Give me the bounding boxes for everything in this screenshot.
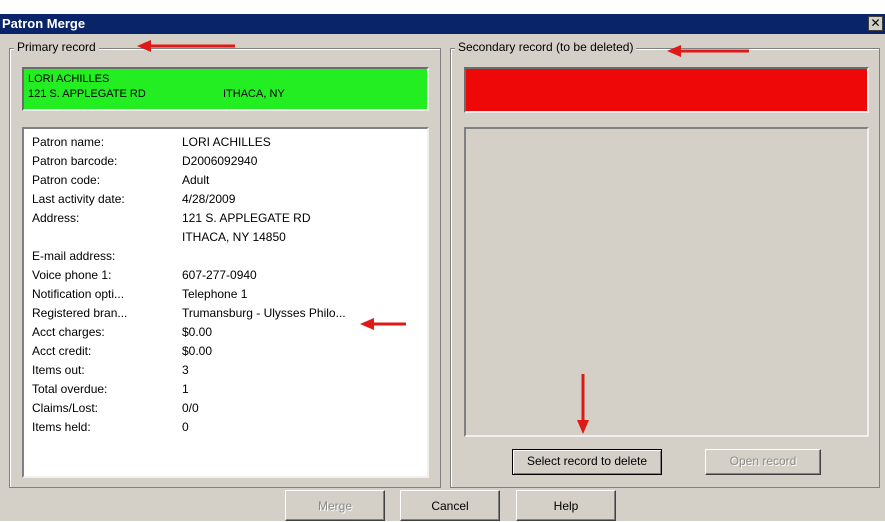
primary-record-legend: Primary record [14, 40, 99, 54]
field-value: 1 [182, 382, 189, 396]
field-label: Acct credit: [32, 344, 92, 358]
field-value: 607-277-0940 [182, 268, 257, 282]
merge-button[interactable]: Merge [285, 490, 385, 521]
secondary-record-banner[interactable] [464, 67, 869, 113]
help-button[interactable]: Help [516, 490, 616, 521]
field-value: Telephone 1 [182, 287, 248, 301]
field-value: Trumansburg - Ulysses Philo... [182, 306, 346, 320]
field-label: Patron name: [32, 135, 105, 149]
field-value: Adult [182, 173, 210, 187]
field-label: Patron code: [32, 173, 101, 187]
close-button[interactable]: ✕ [868, 16, 883, 31]
field-value: 3 [182, 363, 189, 377]
field-value: $0.00 [182, 325, 213, 339]
window-title: Patron Merge [2, 16, 86, 31]
top-strip [0, 0, 885, 14]
primary-record-banner[interactable]: LORI ACHILLES 121 S. APPLEGATE RD ITHACA… [22, 67, 429, 111]
secondary-record-group: Secondary record (to be deleted) Select … [450, 40, 880, 488]
field-value: $0.00 [182, 344, 213, 358]
patron-merge-dialog: Patron Merge ✕ Primary record LORI ACHIL… [0, 14, 885, 521]
field-label: Claims/Lost: [32, 401, 99, 415]
field-value: ITHACA, NY 14850 [182, 230, 286, 244]
primary-banner-street: 121 S. APPLEGATE RD [28, 88, 146, 100]
primary-record-details: Patron name: LORI ACHILLES Patron barcode:… [22, 127, 429, 478]
field-label: Address: [32, 211, 80, 225]
primary-banner-city: ITHACA, NY [223, 88, 285, 100]
field-label: Total overdue: [32, 382, 108, 396]
field-value: 121 S. APPLEGATE RD [182, 211, 311, 225]
open-record-button[interactable]: Open record [705, 449, 821, 475]
close-icon: ✕ [870, 16, 881, 30]
field-value: 0/0 [182, 401, 199, 415]
primary-record-group: Primary record LORI ACHILLES 121 S. APPL… [9, 40, 441, 488]
secondary-record-details [464, 127, 869, 437]
field-label: Acct charges: [32, 325, 105, 339]
field-label: E-mail address: [32, 249, 116, 263]
field-value: LORI ACHILLES [182, 135, 271, 149]
field-value: 4/28/2009 [182, 192, 236, 206]
field-value: D2006092940 [182, 154, 258, 168]
field-label: Patron barcode: [32, 154, 118, 168]
title-bar: Patron Merge ✕ [0, 14, 885, 34]
field-label: Notification opti... [32, 287, 125, 301]
field-label: Voice phone 1: [32, 268, 112, 282]
field-label: Last activity date: [32, 192, 125, 206]
secondary-record-legend: Secondary record (to be deleted) [455, 40, 637, 54]
cancel-button[interactable]: Cancel [400, 490, 500, 521]
field-label: Items held: [32, 420, 91, 434]
footer-bar: Merge Cancel Help [0, 490, 885, 521]
field-label: Items out: [32, 363, 85, 377]
select-record-to-delete-button[interactable]: Select record to delete [512, 449, 662, 475]
primary-banner-name: LORI ACHILLES [28, 73, 110, 85]
field-label: Registered bran... [32, 306, 128, 320]
field-value: 0 [182, 420, 189, 434]
